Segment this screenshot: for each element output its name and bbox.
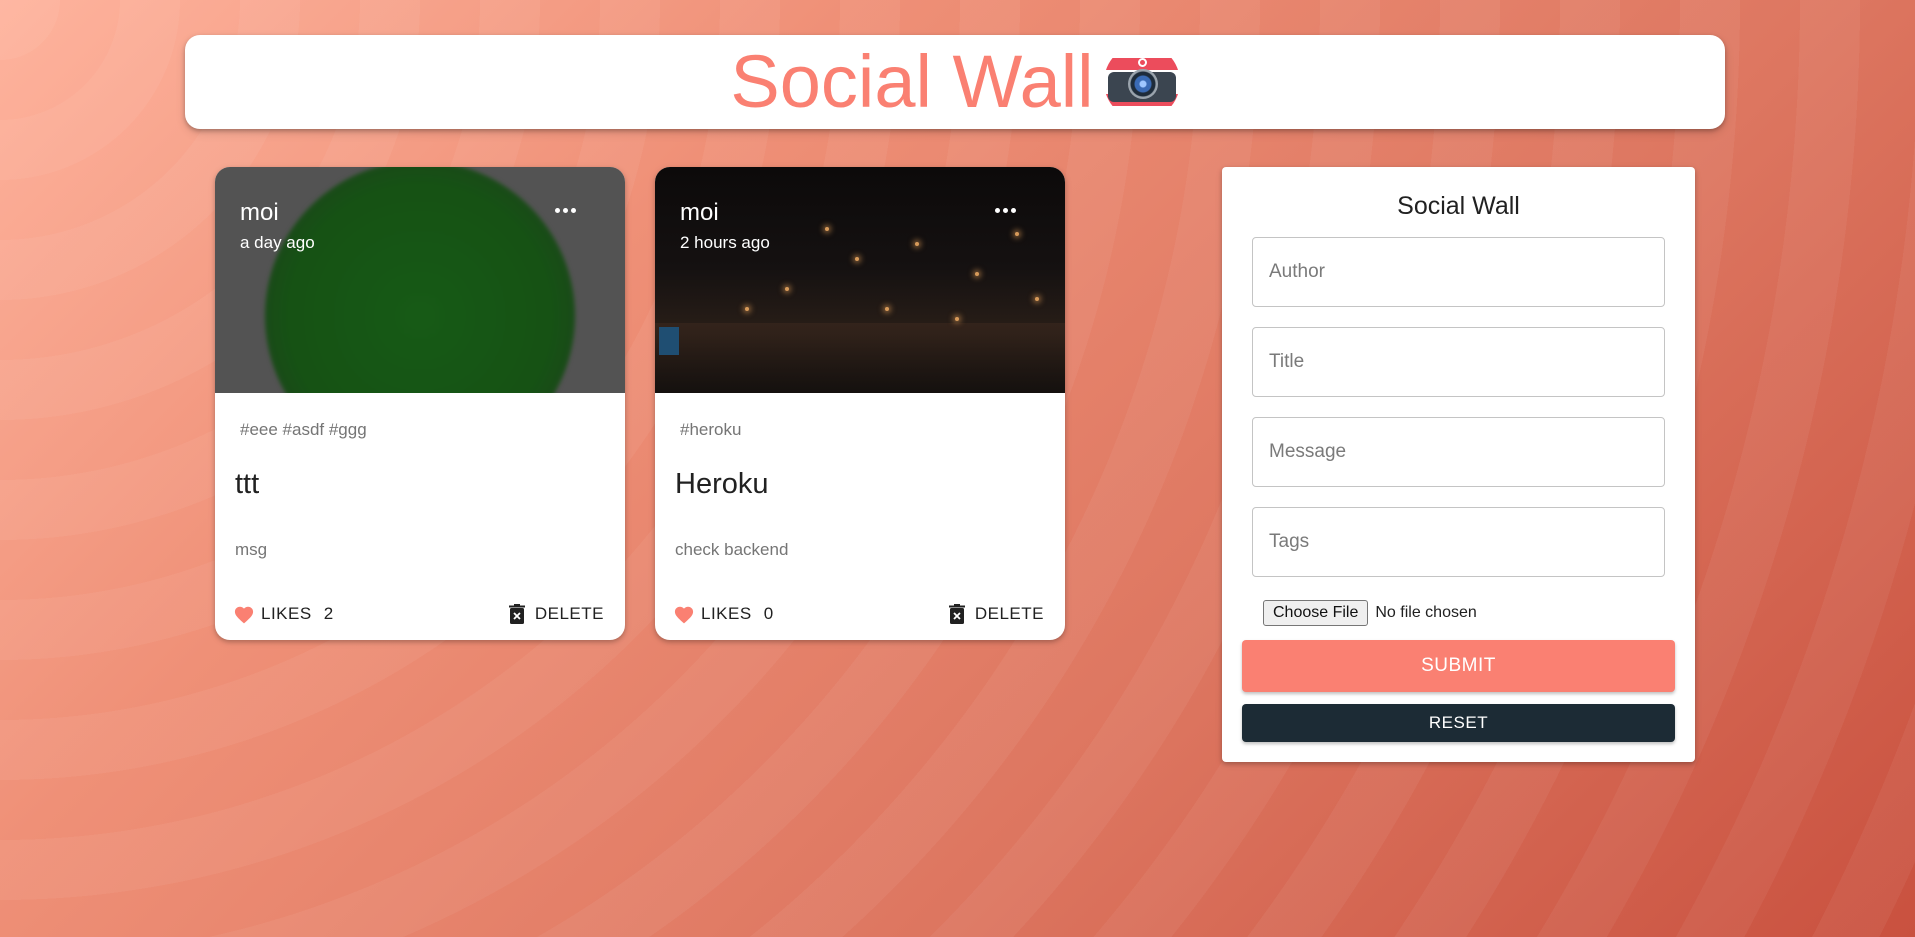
like-button[interactable]: LIKES 0 bbox=[673, 599, 774, 629]
trash-icon bbox=[508, 604, 525, 624]
delete-button[interactable]: DELETE bbox=[508, 599, 604, 629]
post-message: check backend bbox=[675, 540, 789, 559]
delete-label: DELETE bbox=[534, 604, 604, 623]
post-tags: #eee #asdf #ggg bbox=[240, 420, 367, 439]
more-options-icon[interactable] bbox=[990, 203, 1020, 217]
tags-input[interactable] bbox=[1252, 507, 1665, 577]
post-timestamp: a day ago bbox=[240, 233, 315, 252]
delete-button[interactable]: DELETE bbox=[948, 599, 1044, 629]
post-title: ttt bbox=[235, 468, 260, 500]
submit-button[interactable]: SUBMIT bbox=[1242, 640, 1675, 692]
title-input[interactable] bbox=[1252, 327, 1665, 397]
like-label: LIKES bbox=[701, 604, 752, 623]
app-title: Social Wall bbox=[730, 40, 1094, 123]
post-author: moi bbox=[240, 199, 279, 226]
heart-icon bbox=[673, 604, 695, 624]
like-count: 2 bbox=[323, 604, 334, 623]
form-title: Social Wall bbox=[1397, 192, 1520, 220]
author-input[interactable] bbox=[1252, 237, 1665, 307]
post-form: Social Wall Choose File No file chosen S… bbox=[1222, 167, 1695, 762]
like-count: 0 bbox=[763, 604, 774, 623]
post-image: moi a day ago bbox=[215, 167, 625, 393]
trash-icon bbox=[948, 604, 965, 624]
post-title: Heroku bbox=[675, 468, 769, 500]
post-actions: LIKES 2 DELETE bbox=[215, 599, 625, 629]
post-image: moi 2 hours ago bbox=[655, 167, 1065, 393]
heart-icon bbox=[233, 604, 255, 624]
post-timestamp: 2 hours ago bbox=[680, 233, 770, 252]
app-bar: Social Wall bbox=[185, 35, 1725, 129]
like-button[interactable]: LIKES 2 bbox=[233, 599, 334, 629]
post-author: moi bbox=[680, 199, 719, 226]
file-status: No file chosen bbox=[1375, 604, 1477, 621]
choose-file-button[interactable]: Choose File bbox=[1263, 600, 1369, 626]
file-picker: Choose File No file chosen bbox=[1263, 600, 1477, 626]
post-card: moi a day ago #eee #asdf #ggg ttt msg LI… bbox=[215, 167, 625, 640]
post-card: moi 2 hours ago #heroku Heroku check bac… bbox=[655, 167, 1065, 640]
like-label: LIKES bbox=[261, 604, 312, 623]
message-input[interactable] bbox=[1252, 417, 1665, 487]
delete-label: DELETE bbox=[974, 604, 1044, 623]
camera-logo-icon bbox=[1103, 44, 1180, 120]
post-tags: #heroku bbox=[680, 420, 742, 439]
post-message: msg bbox=[235, 540, 268, 559]
post-actions: LIKES 0 DELETE bbox=[655, 599, 1065, 629]
reset-button[interactable]: RESET bbox=[1242, 704, 1675, 742]
more-options-icon[interactable] bbox=[550, 203, 580, 217]
